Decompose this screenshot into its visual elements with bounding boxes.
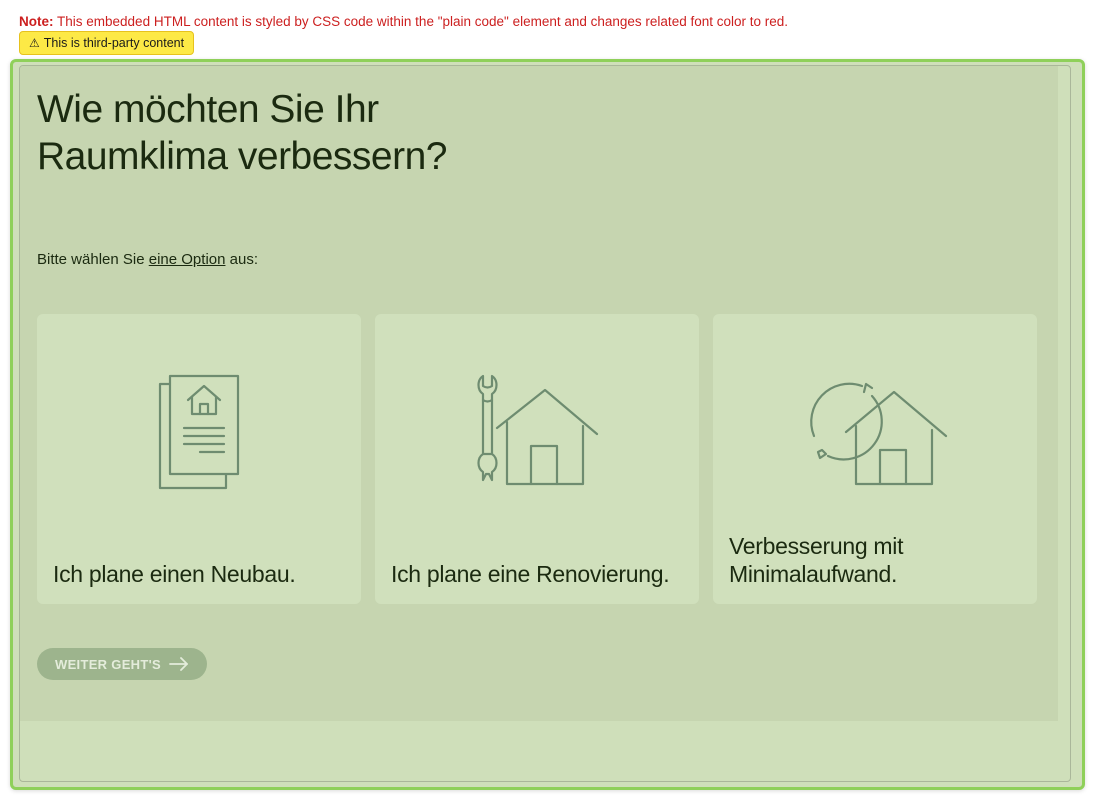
embed-frame: Wie möchten Sie Ihr Raumklima verbessern… [10,59,1085,790]
badge-text: This is third-party content [43,36,185,50]
option-card-minimalaufwand[interactable]: Verbesserung mit Minimalaufwand. [713,314,1037,604]
third-party-badge: ⚠ This is third-party content [19,31,195,55]
document-house-icon [37,370,361,490]
option-cards: Ich plane einen Neubau. Ich plane eine R… [37,314,1037,604]
option-card-label: Ich plane einen Neubau. [53,561,296,587]
next-button-label: WEITER GEHT'S [55,656,161,672]
arrow-right-icon [169,657,188,671]
instruction-text: Bitte wählen Sie eine Option aus: [37,251,258,268]
next-button[interactable]: WEITER GEHT'S [37,648,207,680]
note-label: Note: [19,14,54,29]
instruction-underlined: eine Option [148,251,226,268]
survey-content: Wie möchten Sie Ihr Raumklima verbessern… [20,66,1058,721]
note-body: This embedded HTML content is styled by … [57,14,789,29]
page: Note: This embedded HTML content is styl… [0,0,1102,805]
wrench-house-icon [375,370,699,490]
instruction-prefix: Bitte wählen Sie [37,251,149,268]
page-title: Wie möchten Sie Ihr Raumklima verbessern… [37,88,448,178]
option-card-label: Ich plane eine Renovierung. [391,561,670,587]
option-card-neubau[interactable]: Ich plane einen Neubau. [37,314,361,604]
option-card-renovierung[interactable]: Ich plane eine Renovierung. [375,314,699,604]
option-card-label: Verbesserung mit Minimalaufwand. [729,533,904,587]
embed-inner-frame: Wie möchten Sie Ihr Raumklima verbessern… [19,65,1071,782]
refresh-house-icon [713,370,1037,490]
note-text: Note: This embedded HTML content is styl… [19,14,788,29]
instruction-suffix: aus: [225,251,258,268]
warning-icon: ⚠ [29,36,40,50]
